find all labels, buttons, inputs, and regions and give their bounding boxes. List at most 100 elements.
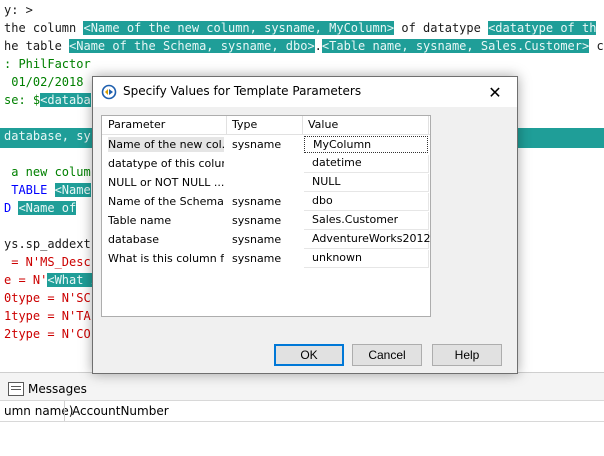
code-line: 0type = N'SC — [4, 290, 91, 306]
parameter-value: datetime — [312, 156, 362, 169]
dialog-title: Specify Values for Template Parameters — [123, 84, 362, 98]
help-button[interactable]: Help — [432, 344, 502, 366]
template-parameters-dialog: Specify Values for Template Parameters ✕… — [92, 76, 518, 374]
code-token: a new colum — [4, 165, 91, 179]
parameter-value: NULL — [312, 175, 341, 188]
parameter-type: sysname — [232, 252, 282, 265]
template-placeholder: <datatype of th — [488, 21, 597, 35]
code-line: : PhilFactor — [4, 56, 91, 72]
parameter-value: MyColumn — [313, 138, 372, 151]
table-row[interactable]: NULL or NOT NULL ... NULL — [102, 173, 430, 192]
code-token: c — [589, 39, 604, 53]
code-token: 2type = N'CO — [4, 327, 91, 341]
code-token: TABLE — [4, 183, 55, 197]
dialog-titlebar[interactable]: Specify Values for Template Parameters ✕ — [93, 77, 517, 107]
code-token: = N'MS_Descr — [4, 255, 98, 269]
table-row[interactable]: database sysname AdventureWorks2012 — [102, 230, 430, 249]
code-token: 0type = N'SC — [4, 291, 91, 305]
value-field[interactable]: datetime — [304, 155, 429, 173]
code-line: y: > — [4, 2, 33, 18]
ssms-app-icon — [101, 84, 117, 100]
parameter-type: sysname — [232, 138, 282, 151]
code-token: : PhilFactor — [4, 57, 91, 71]
header-value[interactable]: Value — [308, 118, 338, 132]
code-token: y: > — [4, 3, 33, 17]
code-token: 01/02/2018 — [4, 75, 84, 89]
value-field[interactable]: NULL — [304, 174, 429, 192]
parameter-value: Sales.Customer — [312, 213, 399, 226]
code-token: ys.sp_addext — [4, 237, 91, 251]
value-field[interactable]: MyColumn — [304, 136, 428, 153]
table-header: Parameter Type Value — [102, 116, 430, 135]
template-placeholder: <Table name, sysname, Sales.Customer> — [321, 39, 590, 53]
cancel-button[interactable]: Cancel — [352, 344, 422, 366]
template-placeholder: <Name — [54, 183, 91, 197]
messages-tab[interactable]: Messages — [8, 379, 87, 399]
parameter-value: AdventureWorks2012 — [312, 232, 431, 245]
code-token: se: $ — [4, 93, 41, 107]
value-field[interactable]: dbo — [304, 193, 429, 211]
code-line: 01/02/2018 — [4, 74, 83, 90]
parameter-name: Name of the new col... — [108, 137, 224, 152]
parameter-name: Name of the Schema — [108, 195, 224, 208]
column-divider — [302, 116, 303, 134]
code-line: e = N'<What i — [4, 272, 98, 288]
table-row[interactable]: Table name sysname Sales.Customer — [102, 211, 430, 230]
template-placeholder: database, sys — [4, 129, 98, 143]
close-button[interactable]: ✕ — [477, 79, 513, 105]
code-line: the column <Name of the new column, sysn… — [4, 20, 597, 36]
code-line: database, sys — [4, 128, 98, 144]
code-token: D — [4, 201, 19, 215]
parameter-type: sysname — [232, 233, 282, 246]
template-placeholder: <databa — [40, 93, 91, 107]
code-token: the column — [4, 21, 84, 35]
parameter-name: What is this column f... — [108, 252, 224, 265]
template-placeholder: <What i — [47, 273, 98, 287]
code-token: he table — [4, 39, 70, 53]
table-row[interactable]: What is this column f... sysname unknown — [102, 249, 430, 268]
results-column-header[interactable]: AccountNumber — [72, 403, 169, 419]
code-token: of datatype — [394, 21, 489, 35]
code-line: se: $<databa — [4, 92, 91, 108]
code-line: ys.sp_addext — [4, 236, 91, 252]
template-placeholder: <Name of the new column, sysname, MyColu… — [83, 21, 395, 35]
messages-icon — [8, 382, 24, 396]
column-divider — [64, 401, 65, 421]
parameter-name: datatype of this column — [108, 157, 224, 170]
code-line: a new colum — [4, 164, 91, 180]
parameter-name: NULL or NOT NULL ... — [108, 176, 224, 189]
column-divider — [226, 116, 227, 134]
header-type[interactable]: Type — [232, 118, 257, 132]
value-field[interactable]: unknown — [304, 250, 429, 268]
code-line: he table <Name of the Schema, sysname, d… — [4, 38, 604, 54]
table-row[interactable]: datatype of this column datetime — [102, 154, 430, 173]
messages-tab-label: Messages — [28, 382, 87, 396]
parameters-table: Parameter Type Value Name of the new col… — [101, 115, 431, 317]
parameter-type: sysname — [232, 195, 282, 208]
results-grid-body — [0, 422, 604, 456]
code-token: . — [314, 39, 322, 53]
parameter-value: unknown — [312, 251, 362, 264]
parameter-value: dbo — [312, 194, 333, 207]
ok-button[interactable]: OK — [274, 344, 344, 366]
code-line: = N'MS_Descr — [4, 254, 98, 270]
code-line: 1type = N'TA — [4, 308, 91, 324]
value-field[interactable]: AdventureWorks2012 — [304, 231, 431, 249]
template-placeholder: <Name of the Schema, sysname, dbo> — [69, 39, 315, 53]
table-row[interactable]: Name of the Schema sysname dbo — [102, 192, 430, 211]
header-parameter[interactable]: Parameter — [108, 118, 165, 132]
code-token: e = N' — [4, 273, 48, 287]
parameter-type — [232, 156, 300, 171]
results-grid-header: umn name) AccountNumber — [0, 400, 604, 422]
close-icon: ✕ — [488, 82, 502, 102]
results-pane: Messages umn name) AccountNumber — [0, 372, 604, 456]
column-divider — [428, 116, 429, 134]
parameter-type — [232, 175, 300, 190]
template-placeholder: <Name of — [18, 201, 77, 215]
value-field[interactable]: Sales.Customer — [304, 212, 429, 230]
code-token: 1type = N'TA — [4, 309, 91, 323]
table-row[interactable]: Name of the new col... sysname MyColumn — [102, 135, 430, 154]
parameter-name: database — [108, 233, 159, 246]
parameter-name: Table name — [108, 214, 172, 227]
parameter-type: sysname — [232, 214, 282, 227]
